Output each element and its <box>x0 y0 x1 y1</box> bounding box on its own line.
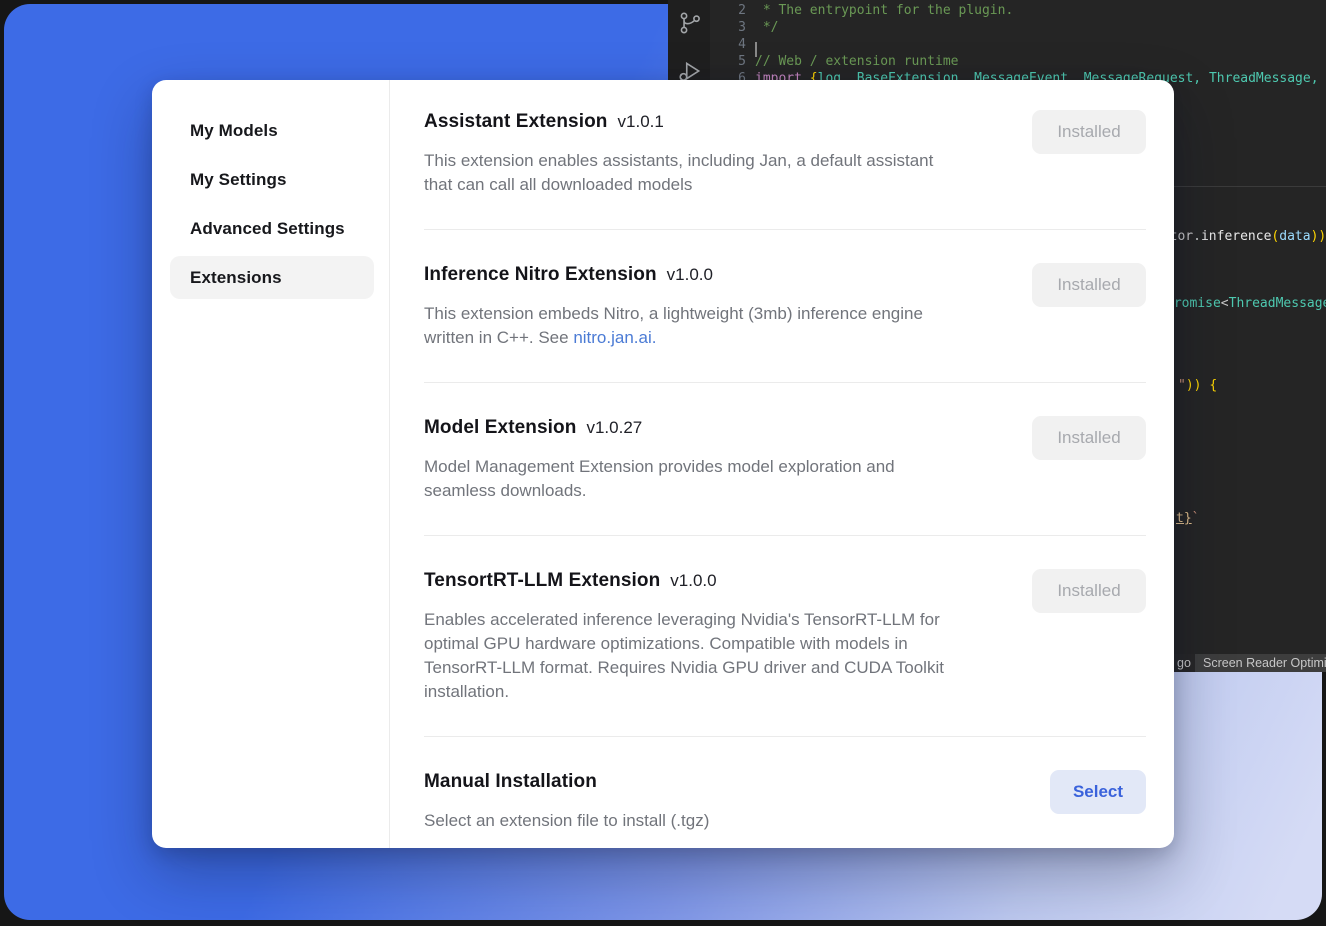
extension-description: Model Management Extension provides mode… <box>424 455 895 503</box>
manual-installation-description: Select an extension file to install (.tg… <box>424 809 709 833</box>
line-number: 4 <box>720 36 746 53</box>
line-number: 2 <box>720 2 746 19</box>
extension-description: This extension enables assistants, inclu… <box>424 149 933 197</box>
extensions-list: Assistant Extension v1.0.1 This extensio… <box>390 80 1174 848</box>
extension-title: Model Extension <box>424 416 576 440</box>
code-fragment-template: t}` <box>1176 510 1199 527</box>
extension-version: v1.0.27 <box>586 416 642 440</box>
sidebar-item-my-models[interactable]: My Models <box>170 109 374 152</box>
code-comment-line: // Web / extension runtime <box>755 53 959 70</box>
code-fragment-inference: rator.inference(data)); <box>1154 228 1326 245</box>
manual-installation-title: Manual Installation <box>424 770 597 794</box>
installed-button[interactable]: Installed <box>1032 263 1146 307</box>
extension-version: v1.0.1 <box>618 110 664 134</box>
status-bar-text: go <box>1177 654 1191 672</box>
line-number: 5 <box>720 53 746 70</box>
extension-row-tensorrt-llm: TensortRT-LLM Extension v1.0.0 Enables a… <box>424 535 1146 736</box>
installed-button[interactable]: Installed <box>1032 569 1146 613</box>
extension-title: Inference Nitro Extension <box>424 263 657 287</box>
sidebar-item-my-settings[interactable]: My Settings <box>170 158 374 201</box>
extension-row-model: Model Extension v1.0.27 Model Management… <box>424 382 1146 535</box>
code-fragment-condition: ")) { <box>1178 377 1217 394</box>
extension-row-assistant: Assistant Extension v1.0.1 This extensio… <box>424 110 1146 229</box>
extension-title: Assistant Extension <box>424 110 608 134</box>
source-control-icon[interactable] <box>677 8 703 38</box>
extension-row-inference-nitro: Inference Nitro Extension v1.0.0 This ex… <box>424 229 1146 382</box>
extension-version: v1.0.0 <box>667 263 713 287</box>
sidebar-item-extensions[interactable]: Extensions <box>170 256 374 299</box>
code-comment-line: * The entrypoint for the plugin. <box>755 2 1013 19</box>
installed-button[interactable]: Installed <box>1032 416 1146 460</box>
extension-version: v1.0.0 <box>670 569 716 593</box>
line-number: 3 <box>720 19 746 36</box>
extension-description: This extension embeds Nitro, a lightweig… <box>424 302 923 350</box>
sidebar-item-advanced-settings[interactable]: Advanced Settings <box>170 207 374 250</box>
screen: 2 3 4 5 6 * The entrypoint for the plugi… <box>0 0 1326 926</box>
code-comment-line: */ <box>755 19 778 36</box>
extension-title: TensortRT-LLM Extension <box>424 569 660 593</box>
code-fragment-promise: Promise<ThreadMessage> <box>1166 295 1326 312</box>
screen-reader-status-item[interactable]: Screen Reader Optimized <box>1195 654 1326 672</box>
settings-sidebar: My Models My Settings Advanced Settings … <box>152 80 390 848</box>
select-file-button[interactable]: Select <box>1050 770 1146 814</box>
nitro-jan-ai-link[interactable]: nitro.jan.ai. <box>573 328 656 347</box>
manual-installation-row: Manual Installation Select an extension … <box>424 736 1146 848</box>
installed-button[interactable]: Installed <box>1032 110 1146 154</box>
extension-description: Enables accelerated inference leveraging… <box>424 608 944 704</box>
settings-modal: My Models My Settings Advanced Settings … <box>152 80 1174 848</box>
